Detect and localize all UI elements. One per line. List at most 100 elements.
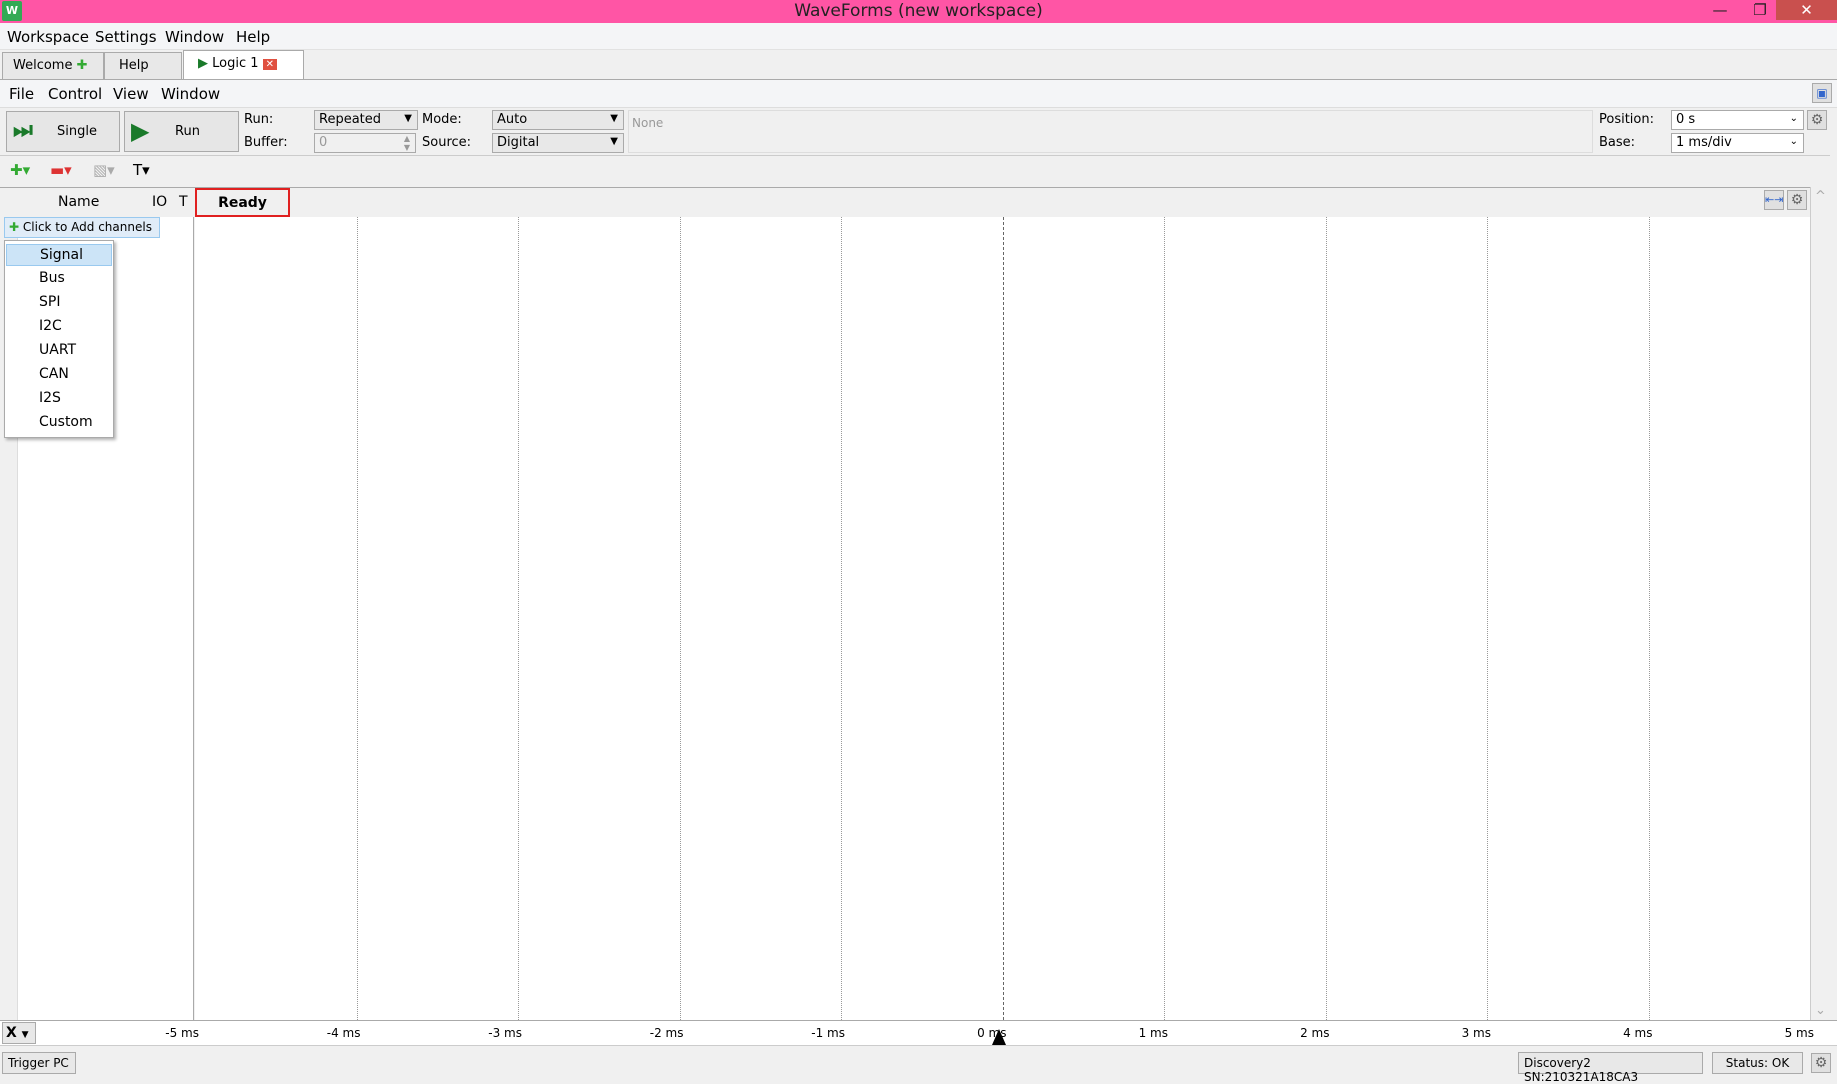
vertical-scrollbar[interactable]: ^ ⌄ [1810, 187, 1830, 1020]
scroll-up-icon[interactable]: ^ [1815, 189, 1826, 204]
menu-item-i2c[interactable]: I2C [6, 316, 112, 338]
undock-icon[interactable]: ▣ [1812, 83, 1832, 103]
tab-logic-1[interactable]: ▶ Logic 1 ✕ [183, 50, 304, 80]
instrument-menu-bar: File Control View Window ▣ [0, 80, 1837, 108]
source-select[interactable]: Digital ▼ [492, 133, 624, 153]
time-axis: X ▼ -5 ms -4 ms -3 ms -2 ms -1 ms 0 ms 1 ms 2 m… [0, 1020, 1837, 1046]
tab-label: Help [119, 58, 149, 73]
axis-tick-label: 1 ms [1138, 1026, 1168, 1040]
menu-item-uart[interactable]: UART [6, 340, 112, 362]
dropdown-arrow-icon: ▼ [21, 1030, 29, 1040]
tab-label: Welcome [13, 58, 73, 73]
menu-workspace[interactable]: Workspace [7, 28, 89, 46]
grid-line [1002, 217, 1004, 1020]
run-mode-value: Repeated [319, 112, 382, 127]
menu-item-i2s[interactable]: I2S [6, 388, 112, 410]
menu-item-can[interactable]: CAN [6, 364, 112, 386]
view-settings-gear-icon[interactable]: ⚙ [1787, 190, 1807, 210]
run-button[interactable]: ▶ Run [124, 111, 239, 152]
menu-window[interactable]: Window [165, 28, 224, 46]
cursor-icon[interactable]: ⇤⇥ [1764, 190, 1784, 210]
column-t: T [179, 194, 188, 210]
single-icon: ⏭ [13, 118, 33, 143]
run-mode-select[interactable]: Repeated ▼ [314, 110, 418, 130]
position-label: Position: [1599, 112, 1654, 127]
minimize-button[interactable]: — [1700, 0, 1740, 20]
menu-item-spi[interactable]: SPI [6, 292, 112, 314]
menu-file[interactable]: File [9, 85, 34, 103]
dropdown-arrow-icon: ▼ [610, 136, 618, 147]
add-channel-menu: Signal Bus SPI I2C UART CAN I2S Custom [4, 240, 114, 438]
edit-channel-icon[interactable]: ▧▾ [93, 161, 115, 179]
base-value: 1 ms/div [1676, 135, 1732, 150]
source-label: Source: [422, 135, 472, 150]
column-io: IO [152, 194, 168, 210]
run-icon: ▶ [131, 117, 150, 145]
main-menu-bar: Workspace Settings Window Help [0, 23, 1837, 50]
axis-tick-label: -2 ms [649, 1026, 684, 1040]
text-format-icon[interactable]: T▾ [133, 161, 150, 179]
spin-arrows-icon[interactable]: ▲ ▼ [404, 134, 410, 152]
grid-line [1648, 217, 1650, 1020]
close-button[interactable]: ✕ [1776, 0, 1837, 20]
buffer-label: Buffer: [244, 135, 288, 150]
tab-welcome[interactable]: Welcome ✚ [2, 52, 104, 79]
menu-item-custom[interactable]: Custom [6, 412, 112, 434]
channel-header: Name IO T Ready ⇤⇥ ⚙ [0, 187, 1810, 217]
trigger-mode-value: Auto [497, 112, 528, 127]
base-select[interactable]: 1 ms/div ⌄ [1671, 133, 1804, 153]
device-settings-gear-icon[interactable]: ⚙ [1811, 1053, 1831, 1073]
x-axis-label: X [6, 1025, 17, 1041]
column-name: Name [58, 194, 100, 210]
menu-settings[interactable]: Settings [95, 28, 157, 46]
dropdown-arrow-icon: ▼ [610, 113, 618, 124]
remove-channel-icon[interactable]: ▬▾ [50, 161, 72, 179]
axis-tick-label: -1 ms [811, 1026, 845, 1040]
single-label: Single [57, 124, 97, 139]
grid-line [679, 217, 681, 1020]
position-value: 0 s [1676, 112, 1696, 127]
menu-view[interactable]: View [113, 85, 149, 103]
axis-tick-label: -3 ms [488, 1026, 522, 1040]
add-channels-button[interactable]: ✚ Click to Add channels [4, 217, 160, 238]
maximize-button[interactable]: ❐ [1740, 0, 1780, 20]
trigger-mode-select[interactable]: Auto ▼ [492, 110, 624, 130]
chevron-down-icon: ⌄ [1789, 136, 1798, 147]
add-channels-label: Click to Add channels [22, 220, 152, 234]
add-channel-icon[interactable]: ✚▾ [10, 161, 30, 179]
chevron-down-icon: ⌄ [1789, 113, 1798, 124]
menu-help[interactable]: Help [236, 28, 270, 46]
scroll-down-icon[interactable]: ⌄ [1815, 1003, 1826, 1018]
axis-tick-label: 0 ms [977, 1026, 1007, 1040]
run-mode-label: Run: [244, 112, 274, 127]
menu-window[interactable]: Window [161, 85, 220, 103]
trigger-pc-button[interactable]: Trigger PC [2, 1052, 76, 1074]
position-select[interactable]: 0 s ⌄ [1671, 110, 1804, 130]
axis-tick-label: 3 ms [1461, 1026, 1491, 1040]
close-tab-icon[interactable]: ✕ [262, 59, 278, 70]
window-title: WaveForms (new workspace) [794, 1, 1043, 21]
axis-tick-label: 4 ms [1623, 1026, 1653, 1040]
run-label: Run [175, 124, 200, 139]
single-button[interactable]: ⏭ Single [6, 111, 120, 152]
plot-area[interactable] [195, 217, 1810, 1020]
device-button[interactable]: Discovery2 SN:210321A18CA3 [1518, 1052, 1703, 1084]
grid-line [841, 217, 842, 1020]
menu-control[interactable]: Control [48, 85, 102, 103]
tab-help[interactable]: Help [104, 52, 182, 79]
menu-item-bus[interactable]: Bus [6, 268, 112, 290]
buffer-spinbox[interactable]: 0 ▲ ▼ [314, 133, 416, 153]
axis-tick-label: -4 ms [326, 1026, 361, 1040]
grid-line [356, 217, 358, 1020]
x-axis-button[interactable]: X ▼ [2, 1022, 36, 1044]
base-label: Base: [1599, 135, 1636, 150]
menu-item-signal[interactable]: Signal [6, 244, 112, 266]
time-settings-gear-icon[interactable]: ⚙ [1807, 110, 1827, 130]
grid-line [518, 217, 519, 1020]
source-value: Digital [497, 135, 540, 150]
status-indicator[interactable]: Status: OK [1712, 1052, 1803, 1074]
trigger-summary-box[interactable]: None [628, 110, 1593, 153]
play-icon: ▶ [198, 56, 208, 71]
grid-line [1487, 217, 1488, 1020]
plus-icon: ✚ [76, 58, 88, 73]
